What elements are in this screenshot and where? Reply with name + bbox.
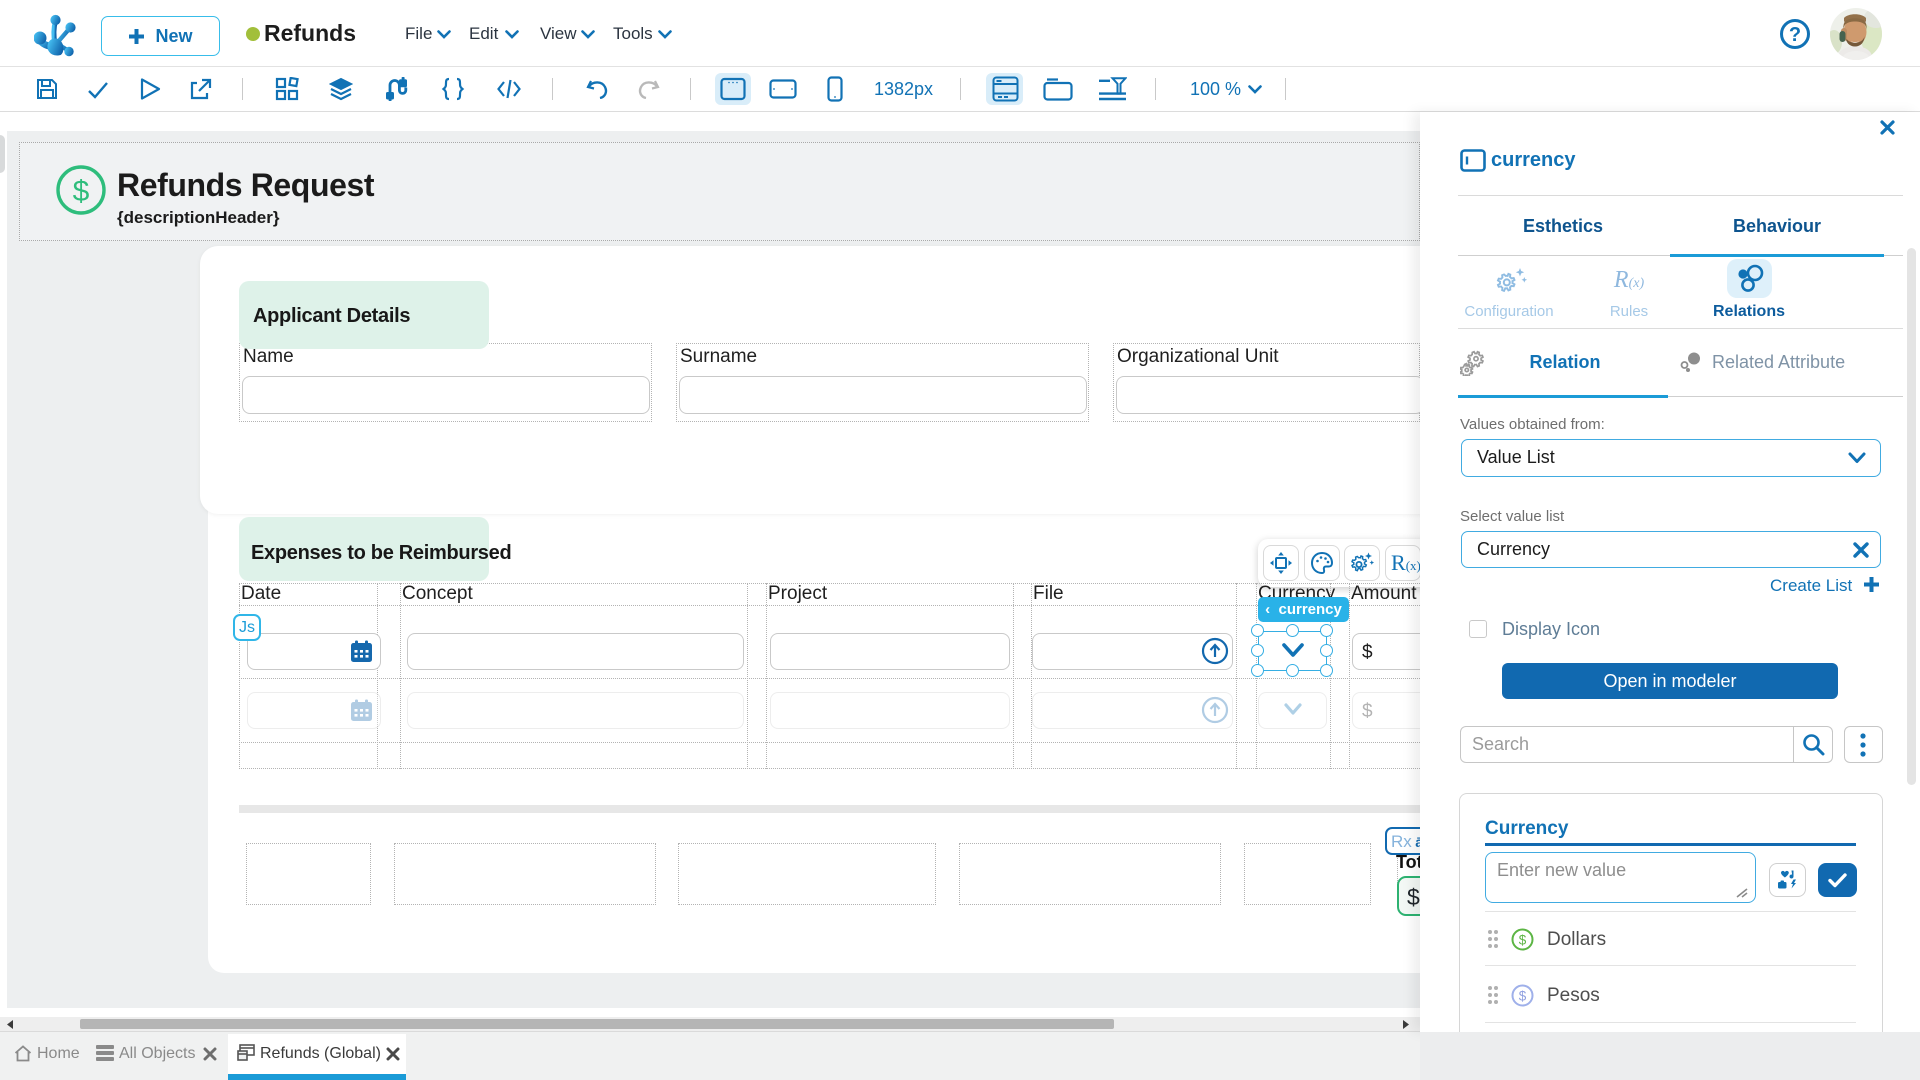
svg-text:$: $: [1519, 989, 1527, 1004]
svg-text:$: $: [1519, 933, 1527, 948]
svg-text:?: ?: [1789, 24, 1801, 46]
svg-text:$: $: [73, 175, 90, 208]
